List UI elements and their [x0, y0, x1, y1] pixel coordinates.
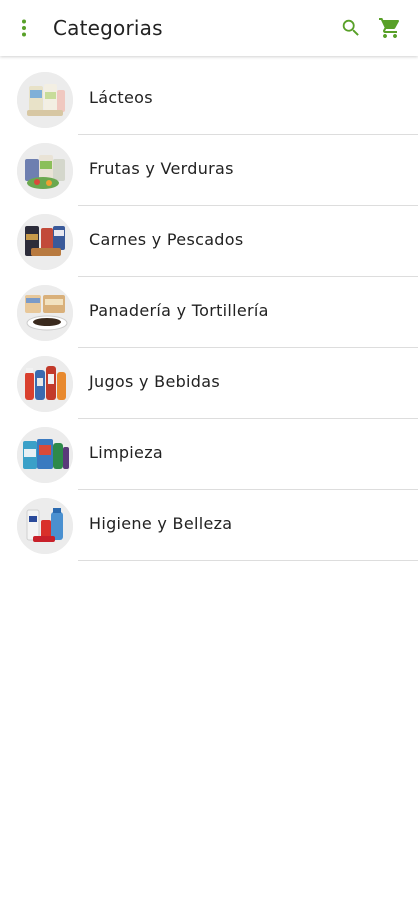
row-divider [78, 560, 418, 561]
category-item-carnes-y-pescados[interactable]: Carnes y Pescados [0, 206, 418, 277]
category-list: Lácteos Frutas y Verduras Carnes y Pesca… [0, 64, 418, 561]
category-item-jugos-y-bebidas[interactable]: Jugos y Bebidas [0, 348, 418, 419]
bakery-tortillas-image [17, 285, 73, 341]
page-title: Categorias [53, 16, 163, 40]
dairy-products-image [17, 72, 73, 128]
cleaning-products-image [17, 427, 73, 483]
category-label: Lácteos [89, 88, 153, 107]
meat-fish-image [17, 214, 73, 270]
more-vert-icon[interactable] [10, 14, 38, 42]
category-label: Limpieza [89, 443, 163, 462]
category-label: Carnes y Pescados [89, 230, 244, 249]
category-item-higiene-y-belleza[interactable]: Higiene y Belleza [0, 490, 418, 561]
category-label: Frutas y Verduras [89, 159, 234, 178]
app-bar: Categorias [0, 0, 418, 56]
category-item-lacteos[interactable]: Lácteos [0, 64, 418, 135]
category-item-frutas-y-verduras[interactable]: Frutas y Verduras [0, 135, 418, 206]
category-item-limpieza[interactable]: Limpieza [0, 419, 418, 490]
category-label: Panadería y Tortillería [89, 301, 269, 320]
category-label: Jugos y Bebidas [89, 372, 220, 391]
search-icon[interactable] [337, 14, 365, 42]
hygiene-beauty-image [17, 498, 73, 554]
fruits-vegetables-image [17, 143, 73, 199]
category-label: Higiene y Belleza [89, 514, 233, 533]
shopping-cart-icon[interactable] [376, 14, 404, 42]
category-item-panaderia-y-tortilleria[interactable]: Panadería y Tortillería [0, 277, 418, 348]
juices-drinks-image [17, 356, 73, 412]
